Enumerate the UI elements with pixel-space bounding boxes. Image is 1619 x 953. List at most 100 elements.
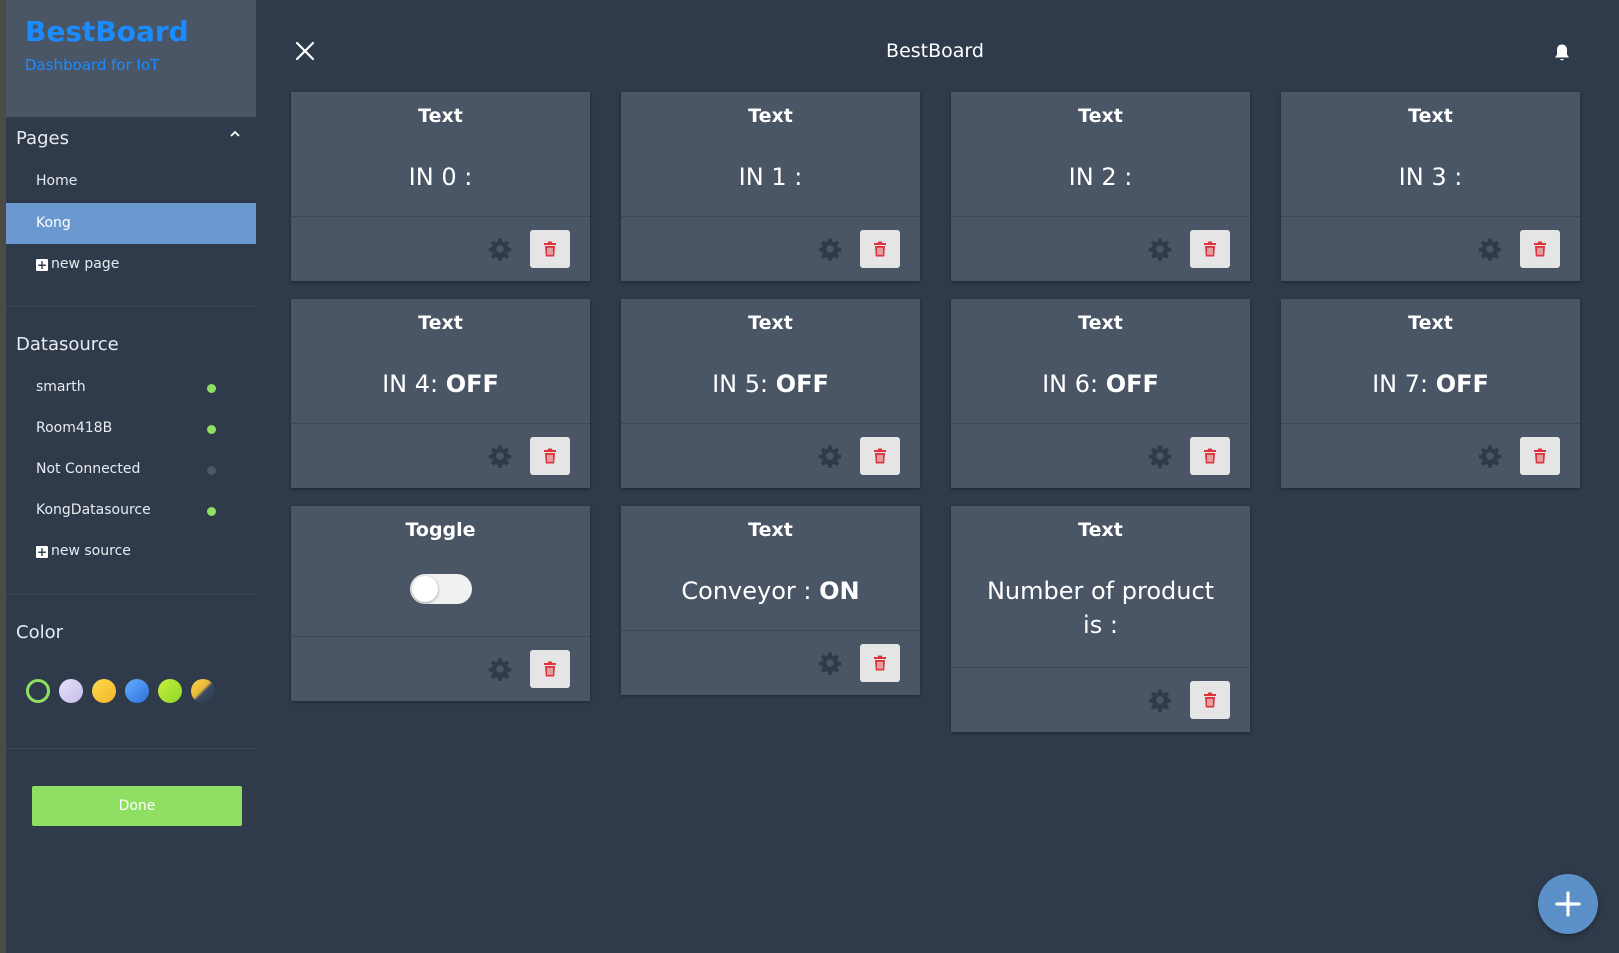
gear-icon[interactable] — [1148, 237, 1172, 261]
page-title: BestBoard — [886, 40, 984, 62]
trash-icon — [1204, 448, 1216, 464]
status-dot — [207, 425, 216, 434]
trash-icon — [874, 241, 886, 257]
widget-footer — [951, 668, 1250, 732]
gear-icon[interactable] — [818, 444, 842, 468]
widget-footer — [951, 217, 1250, 281]
color-swatch-gold-dark[interactable] — [191, 679, 215, 703]
color-swatch-lavender[interactable] — [59, 679, 83, 703]
gear-icon[interactable] — [1478, 237, 1502, 261]
gear-icon[interactable] — [1478, 444, 1502, 468]
widget-label: IN 2 : — [1068, 163, 1133, 191]
color-swatch-dark-selected[interactable] — [26, 679, 50, 703]
sidebar: BestBoard Dashboard for IoT Pages Home K… — [6, 0, 256, 953]
color-swatch-blue[interactable] — [125, 679, 149, 703]
delete-button[interactable] — [530, 650, 570, 688]
close-icon[interactable] — [294, 40, 316, 62]
delete-button[interactable] — [1190, 437, 1230, 475]
widget-label: IN 7: — [1372, 370, 1436, 398]
gear-icon[interactable] — [488, 237, 512, 261]
widget-content: Number of product is : — [951, 552, 1250, 668]
widget-type-title: Text — [418, 312, 463, 334]
widget-label: IN 4: — [382, 370, 446, 398]
delete-button[interactable] — [1520, 230, 1560, 268]
widget-type-title: Text — [748, 105, 793, 127]
delete-button[interactable] — [1190, 681, 1230, 719]
widget-content: IN 5: OFF — [621, 345, 920, 424]
widget-type-title: Text — [748, 312, 793, 334]
delete-button[interactable] — [1520, 437, 1560, 475]
new-source-label: new source — [51, 543, 131, 559]
widget-card: Text IN 4: OFF — [291, 299, 590, 488]
widget-card: Text IN 7: OFF — [1281, 299, 1580, 488]
widget-label: IN 5: — [712, 370, 776, 398]
widget-footer — [291, 637, 590, 701]
widget-label: IN 1 : — [738, 163, 803, 191]
source-item-kongdatasource[interactable]: KongDatasource — [6, 490, 256, 531]
color-swatch-green[interactable] — [158, 679, 182, 703]
source-item-label: smarth — [36, 379, 86, 395]
trash-icon — [1204, 692, 1216, 708]
color-swatch-yellow[interactable] — [92, 679, 116, 703]
page-item-home[interactable]: Home — [6, 161, 256, 202]
page-item-kong[interactable]: Kong — [6, 203, 256, 244]
trash-icon — [544, 661, 556, 677]
source-item-room418b[interactable]: Room418B — [6, 408, 256, 449]
widget-footer — [1281, 424, 1580, 488]
widget-value: OFF — [775, 370, 829, 398]
widget-footer — [291, 217, 590, 281]
widget-label: IN 0 : — [408, 163, 473, 191]
gear-icon[interactable] — [818, 237, 842, 261]
plus-square-icon: + — [36, 258, 48, 272]
delete-button[interactable] — [860, 644, 900, 682]
delete-button[interactable] — [860, 437, 900, 475]
new-page-button[interactable]: + new page — [6, 244, 256, 285]
widget-card: Text IN 6: OFF — [951, 299, 1250, 488]
source-item-not-connected[interactable]: Not Connected — [6, 449, 256, 490]
widget-content: IN 1 : — [621, 138, 920, 217]
divider — [6, 594, 256, 595]
widget-type-title: Text — [1078, 519, 1123, 541]
widget-card: Text Number of product is : — [951, 506, 1250, 732]
widget-card-toggle: Toggle — [291, 506, 590, 701]
delete-button[interactable] — [530, 437, 570, 475]
trash-icon — [544, 448, 556, 464]
gear-icon[interactable] — [488, 444, 512, 468]
delete-button[interactable] — [1190, 230, 1230, 268]
gear-icon[interactable] — [818, 651, 842, 675]
widget-card: Text IN 5: OFF — [621, 299, 920, 488]
widget-value: OFF — [1105, 370, 1159, 398]
source-item-label: Room418B — [36, 420, 113, 436]
delete-button[interactable] — [860, 230, 900, 268]
widget-content: IN 0 : — [291, 138, 590, 217]
gear-icon[interactable] — [1148, 444, 1172, 468]
widget-footer — [291, 424, 590, 488]
color-section-title: Color — [16, 622, 63, 643]
toggle-switch[interactable] — [409, 574, 472, 604]
widget-value: ON — [819, 577, 860, 605]
divider — [6, 748, 256, 749]
bell-icon[interactable] — [1553, 43, 1571, 63]
chevron-up-icon[interactable] — [230, 129, 240, 139]
new-page-label: new page — [51, 256, 120, 272]
widget-label: IN 3 : — [1398, 163, 1463, 191]
done-button[interactable]: Done — [32, 786, 242, 826]
plus-icon — [1555, 891, 1581, 917]
delete-button[interactable] — [530, 230, 570, 268]
gear-icon[interactable] — [488, 657, 512, 681]
pages-section-title[interactable]: Pages — [16, 128, 69, 149]
widget-footer — [951, 424, 1250, 488]
toggle-knob — [411, 576, 438, 602]
widget-type-title: Text — [748, 519, 793, 541]
widget-value: OFF — [1435, 370, 1489, 398]
add-widget-button[interactable] — [1538, 874, 1598, 934]
gear-icon[interactable] — [1148, 688, 1172, 712]
widget-footer — [621, 424, 920, 488]
widget-label: Number of product is : — [986, 577, 1215, 639]
widget-type-title: Text — [1408, 312, 1453, 334]
divider — [6, 306, 256, 307]
trash-icon — [1534, 241, 1546, 257]
trash-icon — [1534, 448, 1546, 464]
new-source-button[interactable]: + new source — [6, 531, 256, 572]
source-item-smarth[interactable]: smarth — [6, 367, 256, 408]
